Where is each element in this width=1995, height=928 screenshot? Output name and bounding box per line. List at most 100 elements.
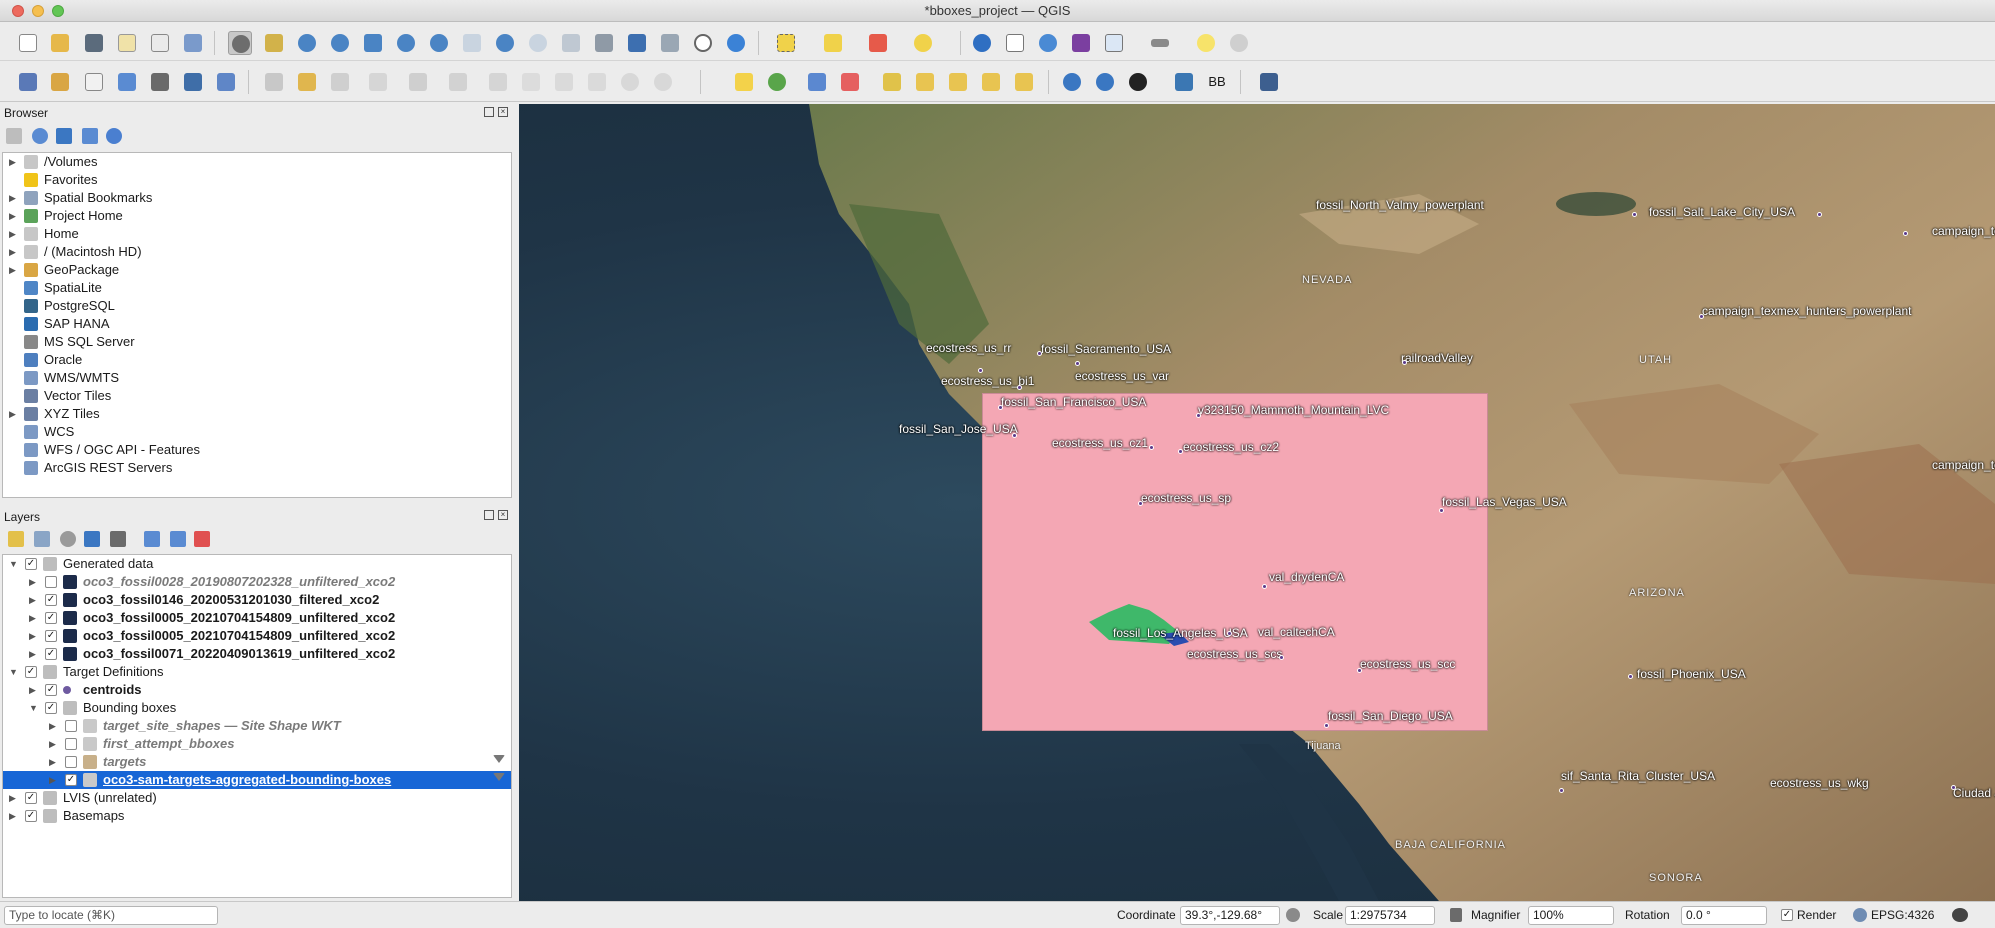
centroid-point[interactable] [1632, 212, 1637, 217]
copy-features-icon[interactable] [552, 70, 576, 94]
add-vector-layer-icon[interactable] [82, 70, 106, 94]
pan-to-selection-icon[interactable] [262, 31, 286, 55]
layer-visibility-checkbox[interactable]: ✓ [25, 810, 37, 822]
expand-arrow-icon[interactable]: ▶ [9, 153, 19, 171]
browser-item[interactable]: ▶ Project Home [3, 207, 511, 225]
zoom-to-selection-icon[interactable] [394, 31, 418, 55]
layers-float-button[interactable] [484, 510, 494, 520]
centroid-point[interactable] [1279, 655, 1284, 660]
attribute-table-icon[interactable] [1003, 31, 1027, 55]
expand-arrow-icon[interactable]: ▶ [29, 645, 39, 663]
digitize-icon[interactable] [115, 70, 139, 94]
layer-visibility-checkbox[interactable]: ✓ [45, 648, 57, 660]
new-bookmark-icon[interactable] [625, 31, 649, 55]
collapse-all-icon[interactable] [82, 128, 98, 144]
remove-layer-icon[interactable] [194, 531, 210, 547]
browser-item[interactable]: WMS/WMTS [3, 369, 511, 387]
layer-tree-item[interactable]: ▶ first_attempt_bboxes [3, 735, 511, 753]
layer-tree-item[interactable]: ▶ ✓ oco3_fossil0005_20210704154809_unfilte… [3, 609, 511, 627]
expand-arrow-icon[interactable]: ▶ [9, 405, 19, 423]
layer-visibility-checkbox[interactable]: ✓ [45, 684, 57, 696]
measure-line-icon[interactable] [1148, 31, 1172, 55]
browser-item[interactable]: ▶ XYZ Tiles [3, 405, 511, 423]
lock-scale-icon[interactable] [1450, 908, 1462, 922]
delete-selected-icon[interactable] [486, 70, 510, 94]
highlight-pinned-labels-icon[interactable] [838, 70, 862, 94]
rotation-field[interactable]: 0.0 ° [1681, 906, 1767, 925]
undo-icon[interactable] [618, 70, 642, 94]
expand-arrow-icon[interactable]: ▶ [29, 609, 39, 627]
data-source-manager-icon[interactable] [16, 70, 40, 94]
collapse-arrow-icon[interactable]: ▼ [9, 663, 19, 681]
add-group-icon[interactable] [34, 531, 50, 547]
layer-tree-item[interactable]: ▶ ✓ LVIS (unrelated) [3, 789, 511, 807]
change-label-icon[interactable] [979, 70, 1003, 94]
filter-legend-icon[interactable] [84, 531, 100, 547]
label-properties-icon[interactable] [1012, 70, 1036, 94]
centroid-point[interactable] [1196, 413, 1201, 418]
style-manager-icon[interactable] [181, 31, 205, 55]
layout-manager-icon[interactable] [148, 31, 172, 55]
move-label-icon[interactable] [913, 70, 937, 94]
layer-visibility-checkbox[interactable]: ✓ [45, 630, 57, 642]
layer-tree-item[interactable]: ▶ ✓ oco3_fossil0071_20220409013619_unfilte… [3, 645, 511, 663]
expand-arrow-icon[interactable]: ▶ [49, 717, 59, 735]
browser-item[interactable]: SAP HANA [3, 315, 511, 333]
messages-icon[interactable] [1952, 908, 1968, 922]
new-geopackage-layer-icon[interactable] [48, 70, 72, 94]
layer-visibility-checkbox[interactable] [65, 756, 77, 768]
pin-labels-icon[interactable] [805, 70, 829, 94]
help-icon[interactable] [1257, 70, 1281, 94]
browser-item[interactable]: ▶ Home [3, 225, 511, 243]
expand-arrow-icon[interactable]: ▶ [9, 807, 19, 825]
browser-item[interactable]: Vector Tiles [3, 387, 511, 405]
expand-arrow-icon[interactable]: ▶ [29, 681, 39, 699]
browser-item[interactable]: PostgreSQL [3, 297, 511, 315]
layer-tree-item[interactable]: ▶ ✓ centroids [3, 681, 511, 699]
modify-attributes-icon[interactable] [446, 70, 470, 94]
scale-field[interactable]: 1:2975734 [1345, 906, 1435, 925]
layer-tree-item[interactable]: ▼ ✓ Target Definitions [3, 663, 511, 681]
statistical-summary-icon[interactable] [1069, 31, 1093, 55]
map-canvas[interactable]: NEVADA UTAH ARIZONA BAJA CALIFORNIA SONO… [519, 104, 1995, 901]
browser-tree[interactable]: ▶ /Volumes Favorites ▶ Spatial Bookmarks ▶ Pro… [2, 152, 512, 498]
filter-indicator-icon[interactable] [493, 755, 505, 763]
redo-icon[interactable] [651, 70, 675, 94]
zoom-to-layer-icon[interactable] [427, 31, 451, 55]
add-mesh-icon[interactable] [181, 70, 205, 94]
centroid-point[interactable] [1817, 212, 1822, 217]
open-project-icon[interactable] [48, 31, 72, 55]
browser-item[interactable]: Favorites [3, 171, 511, 189]
layer-visibility-checkbox[interactable] [65, 720, 77, 732]
browser-item[interactable]: ▶ Spatial Bookmarks [3, 189, 511, 207]
browser-item[interactable]: SpatiaLite [3, 279, 511, 297]
open-layer-styling-icon[interactable] [8, 531, 24, 547]
collapse-arrow-icon[interactable]: ▼ [29, 699, 39, 717]
centroid-point[interactable] [998, 405, 1003, 410]
centroid-point[interactable] [1149, 445, 1154, 450]
layer-tree-item[interactable]: ▶ target_site_shapes — Site Shape WKT [3, 717, 511, 735]
new-map-view-icon[interactable] [559, 31, 583, 55]
layer-visibility-checkbox[interactable]: ✓ [25, 666, 37, 678]
centroid-point[interactable] [1559, 788, 1564, 793]
layer-tree-item[interactable]: ▶ oco3_fossil0028_20190807202328_unfilter… [3, 573, 511, 591]
browser-item[interactable]: ▶ GeoPackage [3, 261, 511, 279]
expand-arrow-icon[interactable]: ▶ [29, 591, 39, 609]
zoom-out-icon[interactable] [328, 31, 352, 55]
select-by-value-icon[interactable] [821, 31, 845, 55]
zoom-native-icon[interactable] [460, 31, 484, 55]
centroid-point[interactable] [1439, 508, 1444, 513]
layers-close-button[interactable]: × [498, 510, 508, 520]
expand-all-icon[interactable] [144, 531, 160, 547]
centroid-point[interactable] [1017, 385, 1022, 390]
centroid-point[interactable] [1138, 501, 1143, 506]
map-tips-icon[interactable] [1194, 31, 1218, 55]
zoom-in-icon[interactable] [295, 31, 319, 55]
filter-browser-icon[interactable] [56, 128, 72, 144]
browser-item[interactable]: Oracle [3, 351, 511, 369]
zoom-next-icon[interactable] [526, 31, 550, 55]
show-bookmarks-icon[interactable] [658, 31, 682, 55]
layer-tree-item[interactable]: ▼ ✓ Bounding boxes [3, 699, 511, 717]
browser-item[interactable]: MS SQL Server [3, 333, 511, 351]
centroid-point[interactable] [1324, 723, 1329, 728]
